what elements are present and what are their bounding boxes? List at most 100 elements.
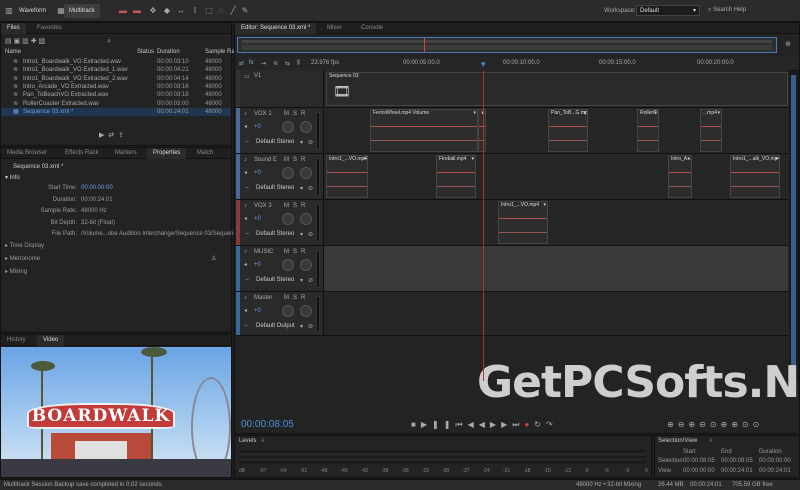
track-output[interactable]: Default Stereo [256, 185, 294, 191]
track-m-button[interactable]: M [284, 249, 289, 255]
clip-fx-icon[interactable]: ▾ [775, 156, 778, 162]
playhead-handle[interactable]: ▾ [481, 59, 486, 70]
selection-menu-icon[interactable]: ≡ [709, 438, 713, 444]
audio-clip[interactable]: ...mp4 ▾ [700, 109, 722, 152]
files-search-icon[interactable]: ⌕ [107, 38, 111, 45]
audio-clip[interactable]: Pan_ToB...G.mp4 ▾ [548, 109, 588, 152]
tab-history[interactable]: History [1, 335, 32, 346]
file-row[interactable]: ≋ Intro1_Boardwalk_VO Extracted_1.wav 00:0… [1, 66, 231, 74]
tab-effects-rack[interactable]: Effects Rack [59, 148, 105, 159]
io-icon[interactable]: ⇆ [285, 60, 290, 67]
track-s-button[interactable]: S [293, 203, 297, 209]
import-icon[interactable]: ▣ [14, 38, 21, 45]
track-v1[interactable]: V1 ▭ Sequence 03 🎞 [236, 70, 788, 108]
track-name[interactable]: Master [254, 295, 272, 301]
track-r-button[interactable]: R [301, 203, 305, 209]
track-volume[interactable]: +0 [254, 216, 261, 222]
audio-clip[interactable]: FerrisWheel.mp4 Volume ▾ [370, 109, 478, 152]
metronome-section[interactable]: ▸ Metronome [5, 255, 40, 263]
track-s-button[interactable]: S [293, 111, 297, 117]
col-status[interactable]: Status [137, 48, 154, 56]
read-icon[interactable]: ⊘ [308, 185, 313, 192]
waveform-mode-button[interactable]: Waveform [14, 4, 51, 18]
file-row[interactable]: ≋ Intro1_Boardwalk_VO Extracted.wav 00:00:… [1, 58, 231, 66]
time-display-section[interactable]: ▸ Time Display [5, 242, 44, 250]
zoom-in-amp-icon[interactable]: ⊕ [667, 420, 678, 429]
marquee-icon[interactable]: ⬚ [204, 6, 214, 16]
clip-fx-icon[interactable]: ▾ [473, 110, 476, 116]
pan-knob[interactable] [300, 305, 312, 317]
close-file-icon[interactable]: ▧ [39, 38, 46, 45]
track-s-button[interactable]: S [293, 295, 297, 301]
play-preview-icon[interactable]: ▶ [99, 132, 104, 139]
tab-match[interactable]: Match [191, 148, 219, 159]
track-music[interactable]: MUSIC ♪ M S R +0 ◂ → Default Stereo ▾ ⊘ [236, 246, 788, 292]
razor-tool-icon[interactable]: ◆ [162, 6, 172, 16]
file-row[interactable]: ≋ Intro1_Boardwalk_VO Extracted_2.wav 00:0… [1, 75, 231, 83]
read-icon[interactable]: ⊘ [308, 139, 313, 146]
audio-clip[interactable]: Intro_A... ▾ [668, 155, 692, 198]
file-row[interactable]: ≋ Intro_Arcade_VO Extracted.wav 00:00:03:1… [1, 83, 231, 91]
spectral-icon[interactable]: ▬ [118, 6, 128, 16]
volume-knob[interactable] [282, 167, 294, 179]
track-master[interactable]: Master ♪ M S R +0 ◂ ← Default Output ▾ ⊘ [236, 292, 788, 336]
time-selection-icon[interactable]: I [190, 6, 200, 16]
move-tool-icon[interactable]: ✥ [148, 6, 158, 16]
volume-knob[interactable] [282, 213, 294, 225]
play-icon[interactable]: ▶ [421, 420, 432, 429]
track-r-button[interactable]: R [301, 157, 305, 163]
selection-time-field[interactable]: 00:00:24:01 [721, 467, 753, 475]
audio-clip[interactable]: Fireball.mp4 ▾ [436, 155, 476, 198]
zoom-in-start-icon[interactable]: ⊕ [721, 420, 732, 429]
tab-favorites[interactable]: Favorites [31, 23, 68, 34]
current-time[interactable]: 00:00:08:05 [241, 419, 294, 430]
audio-clip[interactable]: Intro1_...VO.mp4 ▾ [326, 155, 368, 198]
tab-console[interactable]: Console [355, 23, 389, 34]
volume-knob[interactable] [282, 259, 294, 271]
track-m-button[interactable]: M [284, 295, 289, 301]
snap-icon[interactable]: ⇄ [239, 60, 244, 67]
healing-icon[interactable]: ✎ [240, 6, 250, 16]
skip-icon[interactable]: ↷ [546, 420, 558, 429]
mixing-section[interactable]: ▸ Mixing [5, 268, 27, 276]
tab-files[interactable]: Files [1, 23, 26, 34]
track-name[interactable]: VOX 3 [254, 203, 272, 209]
new-file-icon[interactable]: ✚ [31, 38, 37, 45]
multitrack-mode-button[interactable]: Multitrack [64, 4, 100, 18]
timeline-ruler[interactable]: ⇄ fx ⇥ ≋ ⇆ ⫼ 23.976 fps 00:00:05:00.0 00… [237, 57, 799, 71]
file-row[interactable]: ▦ Sequence 03.xml * 00:00:24:01 48000 [1, 107, 231, 116]
file-row[interactable]: ≋ RollerCoaster Extracted.wav 00:00:03:00 4… [1, 100, 231, 108]
track-output[interactable]: Default Stereo [256, 277, 294, 283]
insert-icon[interactable]: ▥ [22, 38, 29, 45]
track-volume[interactable]: +0 [254, 170, 261, 176]
clip-fx-icon[interactable]: ▾ [583, 110, 586, 116]
track-name[interactable]: MUSIC [254, 249, 273, 255]
tab-mixer[interactable]: Mixer [321, 23, 348, 34]
audio-clip[interactable]: ...pi▾ [478, 109, 486, 152]
pan-knob[interactable] [300, 259, 312, 271]
volume-knob[interactable] [282, 121, 294, 133]
tab-video[interactable]: Video [37, 335, 65, 346]
video-clip[interactable]: Sequence 03 🎞 [326, 72, 788, 106]
audio-clip[interactable]: Intro1_...VO.mp4 ▾ [498, 201, 548, 244]
loop-playback-icon[interactable]: ↻ [534, 420, 546, 429]
pan-knob[interactable] [300, 167, 312, 179]
zoom-full-time-icon[interactable]: ⊙ [710, 420, 721, 429]
track-name[interactable]: V1 [254, 73, 261, 79]
slip-tool-icon[interactable]: ↔ [176, 6, 186, 16]
zoom-out-time-icon[interactable]: ⊖ [699, 420, 710, 429]
col-duration[interactable]: Duration [157, 48, 180, 56]
rewind-icon[interactable]: ◀◀ [468, 420, 490, 429]
pause-icon[interactable]: ❚❚ [432, 420, 455, 429]
track-m-button[interactable]: M [284, 203, 289, 209]
col-name[interactable]: Name [5, 48, 21, 56]
selection-time-field[interactable]: 00:00:00:00 [759, 457, 791, 465]
track-output[interactable]: Default Stereo [256, 231, 294, 237]
audio-clip[interactable]: RollerC... ▾ [637, 109, 659, 152]
zoom-out-amp-icon[interactable]: ⊖ [678, 420, 689, 429]
selection-time-field[interactable]: 00:00:24:01 [759, 467, 791, 475]
selection-time-field[interactable]: 00:00:08:05 [683, 457, 715, 465]
track-vox-3[interactable]: VOX 3 ♪ M S R +0 ◂ → Default Stereo ▾ ⊘ Intro1_...V… [236, 200, 788, 246]
track-m-button[interactable]: M [284, 111, 289, 117]
search-help-field[interactable]: ⌕ Search Help [708, 5, 794, 16]
